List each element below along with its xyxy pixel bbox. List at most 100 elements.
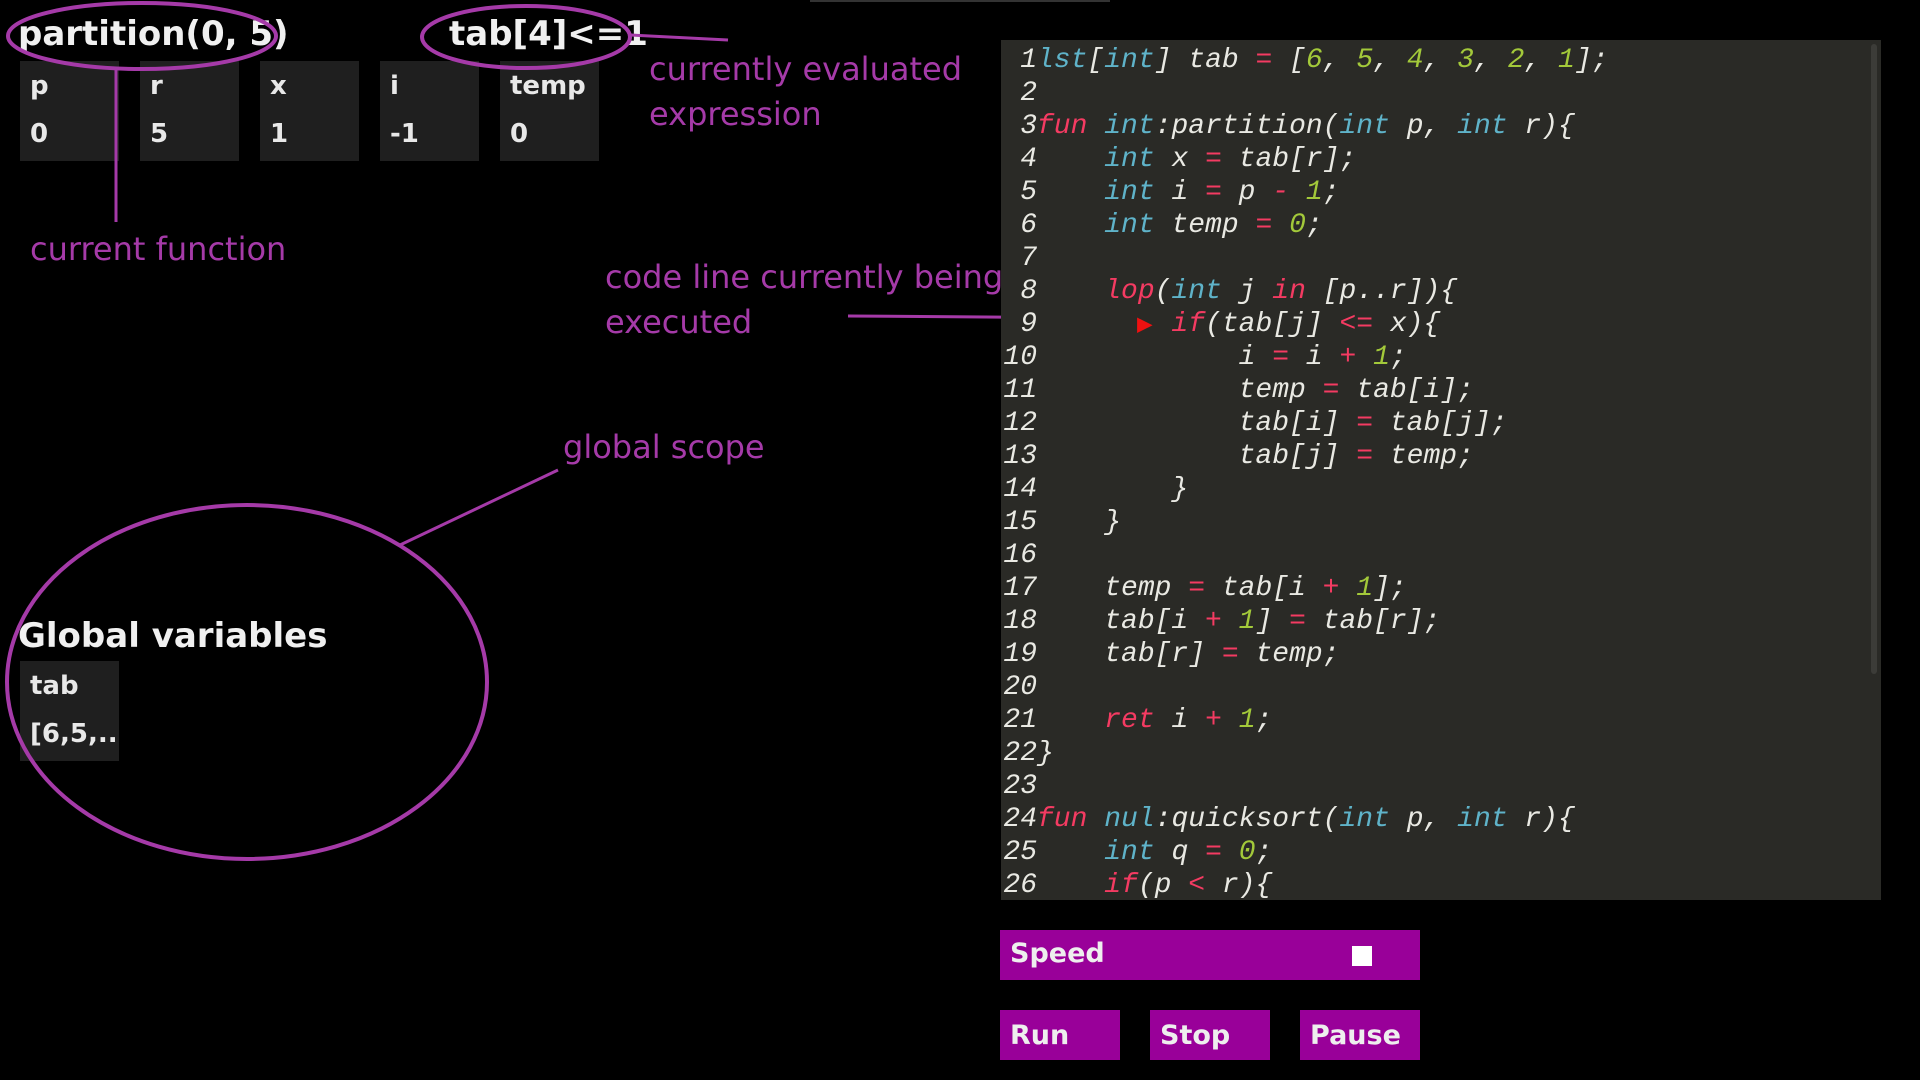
code-line: 9 if(tab[j] <= x){ ▶ <box>1001 308 1871 341</box>
code-text: if(tab[j] <= x){ <box>1171 309 1441 340</box>
local-var-p: p 0 <box>20 61 119 161</box>
var-value: 0 <box>30 119 49 149</box>
line-number: 15 <box>1003 507 1037 538</box>
code-line: 24fun nul:quicksort(int p, int r){ <box>1001 803 1871 836</box>
line-number: 21 <box>1003 705 1037 736</box>
line-number: 2 <box>1020 78 1037 109</box>
editor-scrollbar[interactable] <box>1871 44 1877 674</box>
code-line: 8 lop(int j in [p..r]){ <box>1001 275 1871 308</box>
code-text: temp = tab[i + 1]; <box>1037 573 1407 604</box>
var-name: temp <box>510 71 586 101</box>
line-number: 17 <box>1003 573 1037 604</box>
annotation-global-scope: global scope <box>563 428 765 466</box>
code-text: } <box>1037 474 1189 505</box>
code-text: tab[i] = tab[j]; <box>1037 408 1508 439</box>
line-number: 10 <box>1003 342 1037 373</box>
code-line: 15 } <box>1001 506 1871 539</box>
code-line: 12 tab[i] = tab[j]; <box>1001 407 1871 440</box>
var-value: 5 <box>150 119 169 149</box>
line-number: 11 <box>1003 375 1037 406</box>
var-name: i <box>390 71 399 101</box>
current-function-call: partition(0, 5) <box>18 14 289 54</box>
global-variables-title: Global variables <box>18 616 328 656</box>
var-name: x <box>270 71 287 101</box>
annotation-code-line-line1: code line currently being <box>605 258 1004 296</box>
code-line: 1lst[int] tab = [6, 5, 4, 3, 2, 1]; <box>1001 44 1871 77</box>
code-line: 7 <box>1001 242 1871 275</box>
global-var-tab: tab [6,5,.. <box>20 661 119 761</box>
line-number: 14 <box>1003 474 1037 505</box>
code-text: tab[j] = temp; <box>1037 441 1474 472</box>
code-text: fun nul:quicksort(int p, int r){ <box>1037 804 1575 835</box>
line-number: 22 <box>1003 738 1037 769</box>
var-name: tab <box>30 671 79 701</box>
var-value: [6,5,.. <box>30 719 118 749</box>
code-text: if(p < r){ <box>1104 870 1273 900</box>
code-line: 20 <box>1001 671 1871 704</box>
line-number: 26 <box>1003 870 1037 900</box>
line-number: 16 <box>1003 540 1037 571</box>
line-number: 7 <box>1020 243 1037 274</box>
code-line: 10 i = i + 1; <box>1001 341 1871 374</box>
code-editor[interactable]: 1lst[int] tab = [6, 5, 4, 3, 2, 1]; 2 3fun… <box>1001 40 1881 900</box>
run-button[interactable]: Run <box>1000 1010 1120 1060</box>
line-number: 19 <box>1003 639 1037 670</box>
code-line: 25 int q = 0; <box>1001 836 1871 869</box>
code-text: int i = p - 1; <box>1104 177 1340 208</box>
current-line-arrow-icon: ▶ <box>1137 310 1153 340</box>
line-number: 20 <box>1003 672 1037 703</box>
code-line: 18 tab[i + 1] = tab[r]; <box>1001 605 1871 638</box>
code-line: 22} <box>1001 737 1871 770</box>
code-line: 4 int x = tab[r]; <box>1001 143 1871 176</box>
code-line: 2 <box>1001 77 1871 110</box>
code-text: int q = 0; <box>1104 837 1273 868</box>
speed-slider[interactable]: Speed <box>1000 930 1420 980</box>
code-line: 19 tab[r] = temp; <box>1001 638 1871 671</box>
stop-button[interactable]: Stop <box>1150 1010 1270 1060</box>
var-name: r <box>150 71 163 101</box>
code-text: int temp = 0; <box>1104 210 1323 241</box>
code-text: tab[i + 1] = tab[r]; <box>1037 606 1441 637</box>
var-name: p <box>30 71 49 101</box>
speed-label: Speed <box>1010 938 1105 969</box>
line-number: 18 <box>1003 606 1037 637</box>
pause-button[interactable]: Pause <box>1300 1010 1420 1060</box>
code-text: } <box>1037 738 1054 769</box>
window-top-edge <box>810 0 1110 2</box>
annotation-current-function: current function <box>30 230 287 268</box>
var-value: -1 <box>390 119 419 149</box>
var-value: 1 <box>270 119 289 149</box>
code-line: 5 int i = p - 1; <box>1001 176 1871 209</box>
local-var-i: i -1 <box>380 61 479 161</box>
code-text: int x = tab[r]; <box>1104 144 1357 175</box>
code-line: 6 int temp = 0; <box>1001 209 1871 242</box>
code-line: 3fun int:partition(int p, int r){ <box>1001 110 1871 143</box>
code-text: lop(int j in [p..r]){ <box>1104 276 1458 307</box>
code-text: ret i + 1; <box>1104 705 1273 736</box>
line-number: 6 <box>1020 210 1037 241</box>
speed-slider-handle[interactable] <box>1352 946 1372 966</box>
var-value: 0 <box>510 119 529 149</box>
code-line: 16 <box>1001 539 1871 572</box>
code-line: 14 } <box>1001 473 1871 506</box>
line-number: 25 <box>1003 837 1037 868</box>
code-line: 17 temp = tab[i + 1]; <box>1001 572 1871 605</box>
code-text: i = i + 1; <box>1037 342 1407 373</box>
current-expression: tab[4]<=1 <box>449 14 648 54</box>
line-number: 23 <box>1003 771 1037 802</box>
line-number: 13 <box>1003 441 1037 472</box>
local-var-r: r 5 <box>140 61 239 161</box>
code-line: 21 ret i + 1; <box>1001 704 1871 737</box>
code-line: 26 if(p < r){ <box>1001 869 1871 900</box>
local-var-temp: temp 0 <box>500 61 599 161</box>
code-text: tab[r] = temp; <box>1037 639 1340 670</box>
annotation-evaluated-expression-line1: currently evaluated <box>649 50 962 88</box>
code-line: 13 tab[j] = temp; <box>1001 440 1871 473</box>
code-text: } <box>1037 507 1122 538</box>
line-number: 1 <box>1020 45 1037 76</box>
line-number: 9 <box>1020 309 1037 340</box>
code-text: lst[int] tab = [6, 5, 4, 3, 2, 1]; <box>1037 45 1609 76</box>
line-number: 3 <box>1020 111 1037 142</box>
code-text: temp = tab[i]; <box>1037 375 1474 406</box>
global-scope-pointer-line <box>399 468 559 547</box>
